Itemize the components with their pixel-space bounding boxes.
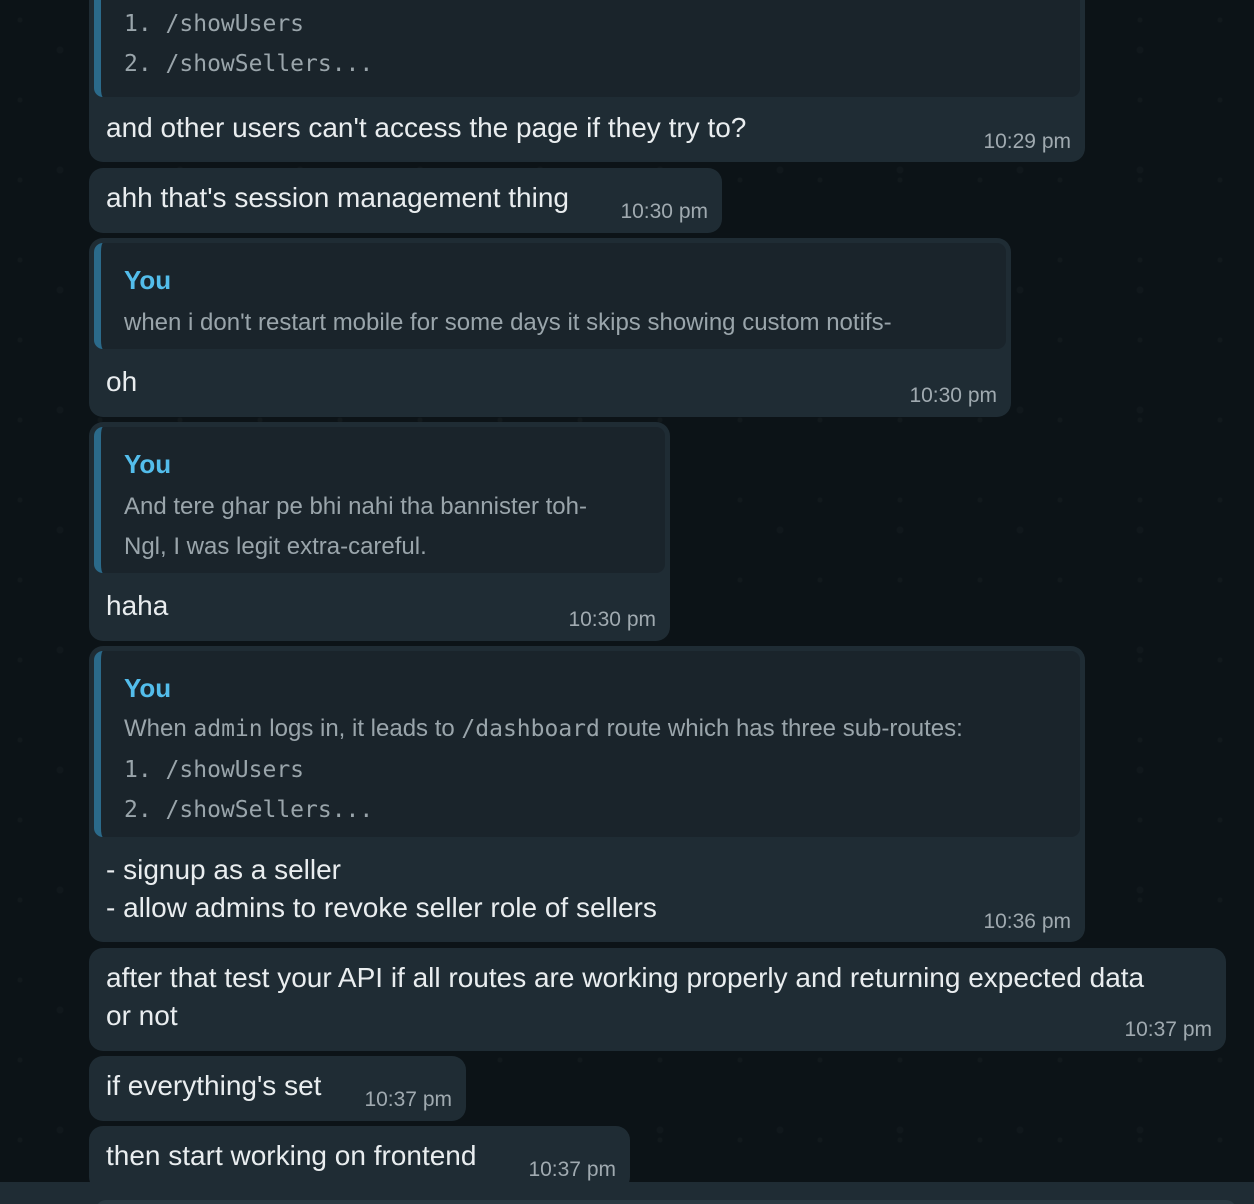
message-time: 10:30 pm <box>620 200 708 223</box>
message-text: ahh that's session management thing <box>106 182 569 213</box>
message-text: oh <box>106 366 138 397</box>
quoted-message[interactable]: You And tere ghar pe bhi nahi tha bannis… <box>94 427 665 573</box>
quote-text: When <box>124 715 187 742</box>
message-text: then start working on frontend <box>106 1140 477 1171</box>
message-bubble[interactable]: after that test your API if all routes a… <box>89 948 1226 1051</box>
message-text-line: - allow admins to revoke seller role of … <box>106 892 657 923</box>
composer-bar <box>0 1182 1254 1204</box>
message-time: 10:29 pm <box>983 130 1071 153</box>
message-text-line: after that test your API if all routes a… <box>106 962 1145 993</box>
message-input[interactable] <box>96 1200 1236 1204</box>
chat-area[interactable]: 1. /showUsers 2. /showSellers... and oth… <box>0 0 1254 1204</box>
message-text-line: - signup as a seller <box>106 854 342 885</box>
quote-line: 2. /showSellers... <box>124 51 374 77</box>
quote-line: 1. /showUsers <box>124 757 305 783</box>
message-bubble[interactable]: You When admin logs in, it leads to /das… <box>89 646 1085 942</box>
inline-code: admin <box>193 716 263 742</box>
message-time: 10:30 pm <box>909 384 997 407</box>
quote-line: And tere ghar pe bhi nahi tha bannister … <box>124 493 587 520</box>
message-time: 10:37 pm <box>364 1088 452 1111</box>
quote-line: when i don't restart mobile for some day… <box>124 309 892 336</box>
quote-line: When admin logs in, it leads to /dashboa… <box>124 715 963 743</box>
message-time: 10:30 pm <box>568 608 656 631</box>
message-time: 10:36 pm <box>983 910 1071 933</box>
quote-author: You <box>124 673 172 703</box>
message-bubble[interactable]: 1. /showUsers 2. /showSellers... and oth… <box>89 0 1085 162</box>
quote-author: You <box>124 449 172 479</box>
quoted-message[interactable]: You When admin logs in, it leads to /das… <box>94 651 1080 837</box>
message-text-line: or not <box>106 1000 178 1031</box>
quoted-message[interactable]: 1. /showUsers 2. /showSellers... <box>94 0 1080 97</box>
quote-text: route which has three sub-routes: <box>606 715 963 742</box>
message-time: 10:37 pm <box>1124 1018 1212 1041</box>
quote-text: logs in, it leads to <box>269 715 455 742</box>
message-bubble[interactable]: if everything's set 10:37 pm <box>89 1056 466 1121</box>
inline-code: /dashboard <box>461 716 600 742</box>
quote-line: Ngl, I was legit extra-careful. <box>124 533 427 560</box>
quote-author: You <box>124 265 172 295</box>
message-text: and other users can't access the page if… <box>106 112 747 143</box>
quote-line: 2. /showSellers... <box>124 797 374 823</box>
quote-line: 1. /showUsers <box>124 11 305 37</box>
message-text: if everything's set <box>106 1070 322 1101</box>
message-time: 10:37 pm <box>528 1158 616 1181</box>
quoted-message[interactable]: You when i don't restart mobile for some… <box>94 243 1006 349</box>
message-text: haha <box>106 590 169 621</box>
message-bubble[interactable]: You when i don't restart mobile for some… <box>89 238 1011 417</box>
message-bubble[interactable]: ahh that's session management thing 10:3… <box>89 168 722 233</box>
message-bubble[interactable]: You And tere ghar pe bhi nahi tha bannis… <box>89 422 670 641</box>
